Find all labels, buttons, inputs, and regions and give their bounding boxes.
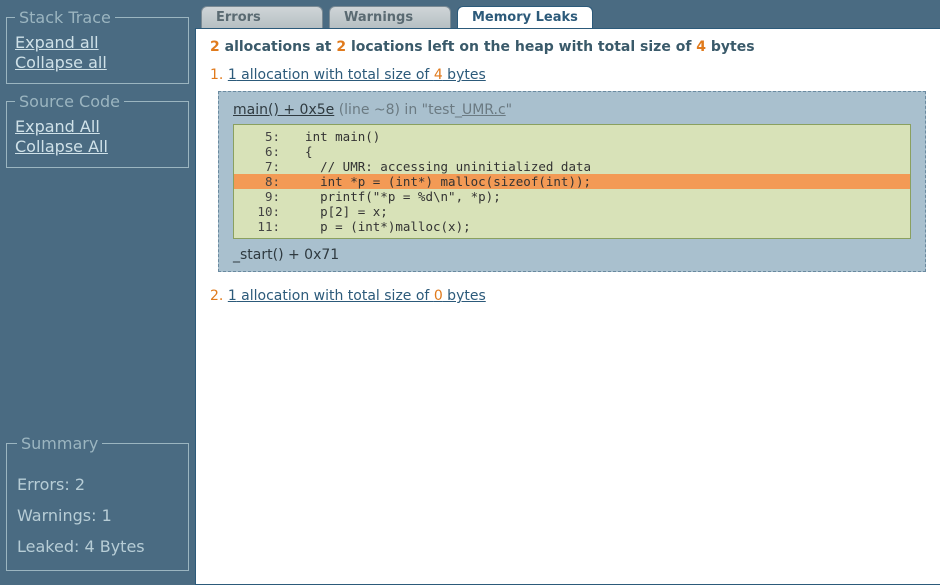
line-number: 10:: [242, 204, 290, 219]
line-number: 5:: [242, 129, 290, 144]
code-line: 7: // UMR: accessing uninitialized data: [234, 159, 910, 174]
code-text: p[2] = x;: [290, 204, 388, 219]
summary-legend: Summary: [17, 434, 102, 453]
code-line: 8: int *p = (int*) malloc(sizeof(int));: [234, 174, 910, 189]
tab-warnings[interactable]: Warnings: [329, 6, 451, 28]
code-line: 11: p = (int*)malloc(x);: [234, 219, 910, 234]
line-number: 11:: [242, 219, 290, 234]
source-code-legend: Source Code: [15, 92, 124, 111]
content-pane: 2 allocations at 2 locations left on the…: [195, 28, 940, 585]
tab-errors[interactable]: Errors: [201, 6, 323, 28]
main-area: Errors Warnings Memory Leaks 2 allocatio…: [195, 0, 940, 585]
line-number: 7:: [242, 159, 290, 174]
code-line: 6: {: [234, 144, 910, 159]
frame-1-file-link[interactable]: UMR.c: [462, 102, 506, 118]
line-number: 6:: [242, 144, 290, 159]
sidebar-spacer: [6, 176, 189, 434]
stack-trace-legend: Stack Trace: [15, 8, 115, 27]
summary-errors: Errors: 2: [17, 475, 178, 494]
heading-bytes: 4: [696, 39, 706, 55]
heading-loc-count: 2: [336, 39, 346, 55]
allocation-2-link[interactable]: 1 allocation with total size of 0 bytes: [228, 288, 486, 304]
leak-summary-heading: 2 allocations at 2 locations left on the…: [210, 39, 926, 55]
line-number: 8:: [242, 174, 290, 189]
sidebar: Stack Trace Expand all Collapse all Sour…: [0, 0, 195, 585]
expand-all-stack-link[interactable]: Expand all: [15, 33, 180, 53]
tab-memory-leaks[interactable]: Memory Leaks: [457, 6, 593, 28]
allocation-1-link[interactable]: 1 allocation with total size of 4 bytes: [228, 67, 486, 83]
source-snippet: 5: int main()6: {7: // UMR: accessing un…: [233, 124, 911, 239]
summary-panel: Summary Errors: 2 Warnings: 1 Leaked: 4 …: [6, 434, 189, 571]
stack-block-1: main() + 0x5e (line ~8) in "test_UMR.c" …: [218, 91, 926, 272]
code-line: 9: printf("*p = %d\n", *p);: [234, 189, 910, 204]
code-text: // UMR: accessing uninitialized data: [290, 159, 591, 174]
code-line: 10: p[2] = x;: [234, 204, 910, 219]
frame-2-label: _start() + 0x71: [233, 247, 911, 263]
tab-bar: Errors Warnings Memory Leaks: [195, 6, 940, 28]
frame-1-header: main() + 0x5e (line ~8) in "test_UMR.c": [233, 102, 911, 118]
expand-all-source-link[interactable]: Expand All: [15, 117, 180, 137]
line-number: 9:: [242, 189, 290, 204]
summary-warnings: Warnings: 1: [17, 506, 178, 525]
code-text: p = (int*)malloc(x);: [290, 219, 471, 234]
frame-1-function-link[interactable]: main() + 0x5e: [233, 102, 334, 118]
code-text: {: [290, 144, 313, 159]
allocation-2-header: 2. 1 allocation with total size of 0 byt…: [210, 288, 926, 304]
code-line: 5: int main(): [234, 129, 910, 144]
stack-trace-panel: Stack Trace Expand all Collapse all: [6, 8, 189, 84]
collapse-all-stack-link[interactable]: Collapse all: [15, 53, 180, 73]
heading-alloc-count: 2: [210, 39, 220, 55]
code-text: printf("*p = %d\n", *p);: [290, 189, 501, 204]
collapse-all-source-link[interactable]: Collapse All: [15, 137, 180, 157]
summary-leaked: Leaked: 4 Bytes: [17, 537, 178, 556]
source-code-panel: Source Code Expand All Collapse All: [6, 92, 189, 168]
code-text: int main(): [290, 129, 380, 144]
allocation-1-header: 1. 1 allocation with total size of 4 byt…: [210, 67, 926, 83]
code-text: int *p = (int*) malloc(sizeof(int));: [290, 174, 591, 189]
